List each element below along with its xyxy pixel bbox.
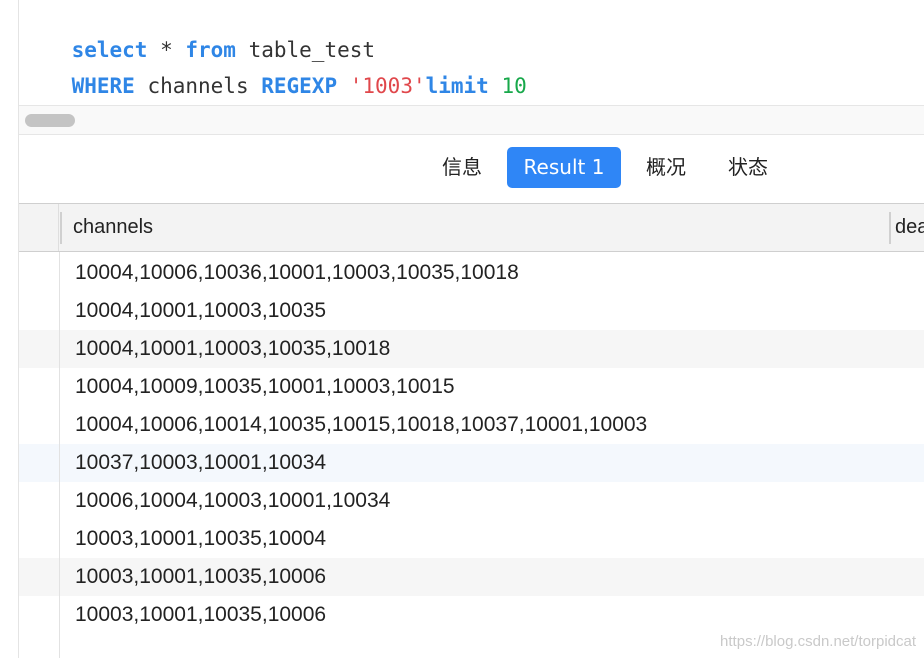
- token-space-2: [489, 74, 502, 98]
- table-cell[interactable]: 10003,10001,10035,10006: [75, 596, 326, 634]
- table-row[interactable]: 10004,10006,10014,10035,10015,10018,1003…: [19, 406, 924, 444]
- table-cell[interactable]: 10004,10006,10014,10035,10015,10018,1003…: [75, 406, 647, 444]
- table-row[interactable]: 10003,10001,10035,10004: [19, 520, 924, 558]
- table-cell[interactable]: 10003,10001,10035,10004: [75, 520, 326, 558]
- tab-status[interactable]: 状态: [713, 147, 783, 188]
- tab-result-1[interactable]: Result 1: [507, 147, 621, 188]
- table-cell[interactable]: 10004,10009,10035,10001,10003,10015: [75, 368, 455, 406]
- watermark: https://blog.csdn.net/torpidcat: [720, 633, 916, 650]
- row-number-header[interactable]: [19, 204, 59, 251]
- table-row[interactable]: 10004,10009,10035,10001,10003,10015: [19, 368, 924, 406]
- tab-info[interactable]: 信息: [427, 147, 497, 188]
- table-row[interactable]: 10006,10004,10003,10001,10034: [19, 482, 924, 520]
- token-channels: channels: [134, 74, 262, 98]
- table-row[interactable]: 10003,10001,10035,10006: [19, 558, 924, 596]
- table-cell[interactable]: 10004,10006,10036,10001,10003,10035,1001…: [75, 254, 519, 292]
- result-grid: 10004,10006,10036,10001,10003,10035,1001…: [19, 252, 924, 658]
- row-number-column[interactable]: [19, 252, 60, 658]
- table-cell[interactable]: 10037,10003,10001,10034: [75, 444, 326, 482]
- table-row[interactable]: 10003,10001,10035,10006: [19, 596, 924, 634]
- result-tab-bar: 信息 Result 1 概况 状态: [19, 136, 924, 204]
- horizontal-scrollbar[interactable]: [19, 105, 924, 135]
- table-cell[interactable]: 10004,10001,10003,10035: [75, 292, 326, 330]
- column-resize-handle[interactable]: [889, 212, 891, 244]
- token-number: 10: [501, 74, 527, 98]
- left-gutter: [0, 0, 19, 658]
- table-row[interactable]: 10004,10001,10003,10035: [19, 292, 924, 330]
- token-regexp: REGEXP: [261, 74, 338, 98]
- column-header-channels[interactable]: channels: [73, 204, 873, 251]
- token-string: '1003': [349, 74, 426, 98]
- table-row[interactable]: 10004,10001,10003,10035,10018: [19, 330, 924, 368]
- code-line-2[interactable]: WHERE channels REGEXP '1003'limit 10: [21, 41, 527, 98]
- table-row[interactable]: 10004,10006,10036,10001,10003,10035,1001…: [19, 254, 924, 292]
- tab-overview[interactable]: 概况: [631, 147, 701, 188]
- column-resize-handle[interactable]: [60, 212, 62, 244]
- token-limit: limit: [425, 74, 489, 98]
- token-where: WHERE: [71, 74, 135, 98]
- scrollbar-thumb[interactable]: [25, 114, 75, 127]
- code-line-1[interactable]: select * from table_test: [21, 5, 375, 62]
- table-cell[interactable]: 10003,10001,10035,10006: [75, 558, 326, 596]
- sql-editor[interactable]: select * from table_test WHERE channels …: [19, 0, 924, 104]
- column-header-dea[interactable]: dea: [895, 204, 924, 251]
- table-row[interactable]: 10037,10003,10001,10034: [19, 444, 924, 482]
- table-cell[interactable]: 10006,10004,10003,10001,10034: [75, 482, 390, 520]
- table-cell[interactable]: 10004,10001,10003,10035,10018: [75, 330, 390, 368]
- grid-header: channels dea: [19, 204, 924, 252]
